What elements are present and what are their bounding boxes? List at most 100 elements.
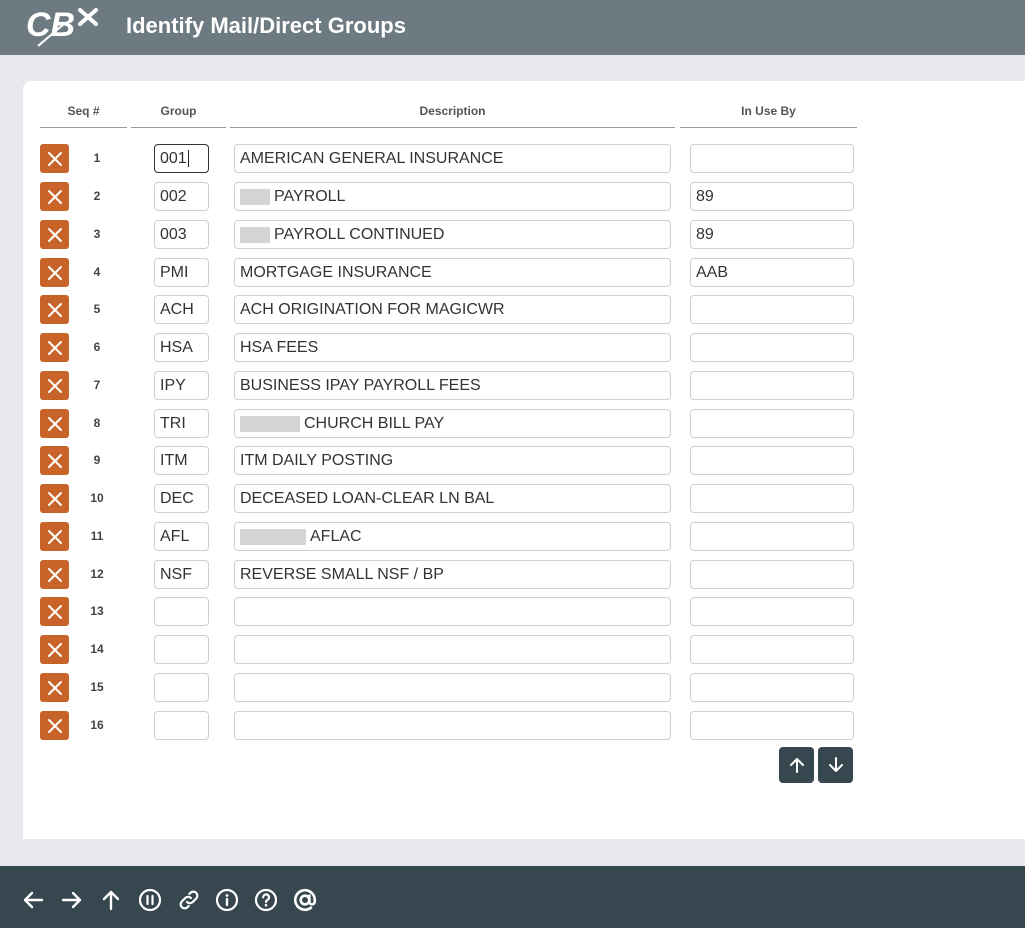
group-code-value: NSF [160,565,192,583]
in-use-by-input[interactable] [690,673,854,702]
description-value: BUSINESS IPAY PAYROLL FEES [240,376,481,394]
delete-row-button[interactable] [40,522,69,551]
in-use-by-input[interactable]: AAB [690,258,854,287]
email-button[interactable] [292,887,318,913]
group-code-input[interactable]: 003 [154,220,209,249]
delete-row-button[interactable] [40,711,69,740]
in-use-by-input[interactable] [690,560,854,589]
in-use-by-input[interactable] [690,295,854,324]
in-use-by-input[interactable] [690,484,854,513]
link-icon [179,890,199,910]
seq-number: 6 [93,340,101,354]
group-code-value: 002 [160,187,187,205]
close-icon [47,604,62,619]
group-code-input[interactable] [154,597,209,626]
arrow-left-icon [23,891,44,909]
header-description: Description [230,104,675,128]
delete-row-button[interactable] [40,182,69,211]
page-down-button[interactable] [818,747,853,783]
seq-number: 3 [93,227,101,241]
table-row: 14 [0,635,900,665]
help-button[interactable] [253,887,279,913]
delete-row-button[interactable] [40,333,69,362]
description-input[interactable]: PAYROLL [234,182,671,211]
up-button[interactable] [98,887,124,913]
group-code-value: ACH [160,300,194,318]
group-code-input[interactable] [154,673,209,702]
close-icon [47,718,62,733]
link-button[interactable] [176,887,202,913]
in-use-by-input[interactable] [690,635,854,664]
description-input[interactable]: HSA FEES [234,333,671,362]
in-use-by-value: AAB [696,263,729,281]
description-input[interactable]: ACH ORIGINATION FOR MAGICWR [234,295,671,324]
group-code-input[interactable]: TRI [154,409,209,438]
description-input[interactable]: REVERSE SMALL NSF / BP [234,560,671,589]
group-code-input[interactable]: NSF [154,560,209,589]
description-input[interactable]: ITM DAILY POSTING [234,446,671,475]
delete-row-button[interactable] [40,673,69,702]
delete-row-button[interactable] [40,220,69,249]
description-input[interactable]: DECEASED LOAN-CLEAR LN BAL [234,484,671,513]
group-code-input[interactable]: ACH [154,295,209,324]
delete-row-button[interactable] [40,446,69,475]
forward-button[interactable] [59,887,85,913]
description-value: HSA FEES [240,338,319,356]
delete-row-button[interactable] [40,560,69,589]
group-code-input[interactable] [154,635,209,664]
description-input[interactable] [234,711,671,740]
description-value: CHURCH BILL PAY [304,414,445,432]
delete-row-button[interactable] [40,484,69,513]
description-input[interactable]: PAYROLL CONTINUED [234,220,671,249]
description-input[interactable] [234,673,671,702]
table-row: 4 PMI MORTGAGE INSURANCE AAB [0,258,900,288]
group-code-input[interactable]: DEC [154,484,209,513]
page-up-button[interactable] [779,747,814,783]
delete-row-button[interactable] [40,144,69,173]
description-input[interactable]: AMERICAN GENERAL INSURANCE [234,144,671,173]
in-use-by-input[interactable] [690,371,854,400]
in-use-by-input[interactable] [690,144,854,173]
group-code-input[interactable]: HSA [154,333,209,362]
description-input[interactable]: CHURCH BILL PAY [234,409,671,438]
group-code-input[interactable]: 002 [154,182,209,211]
group-code-value: IPY [160,376,186,394]
description-input[interactable]: MORTGAGE INSURANCE [234,258,671,287]
in-use-by-input[interactable]: 89 [690,220,854,249]
seq-number: 8 [93,416,101,430]
group-code-input[interactable]: AFL [154,522,209,551]
close-icon [47,227,62,242]
in-use-by-value: 89 [696,225,714,243]
group-code-input[interactable]: ITM [154,446,209,475]
close-icon [47,340,62,355]
back-button[interactable] [20,887,46,913]
footer-toolbar [0,866,1025,928]
description-input[interactable]: AFLAC [234,522,671,551]
description-input[interactable]: BUSINESS IPAY PAYROLL FEES [234,371,671,400]
redacted-block [240,415,300,432]
in-use-by-input[interactable] [690,446,854,475]
seq-number: 15 [90,680,104,694]
in-use-by-input[interactable]: 89 [690,182,854,211]
redacted-block [240,188,270,205]
description-input[interactable] [234,597,671,626]
delete-row-button[interactable] [40,371,69,400]
in-use-by-input[interactable] [690,409,854,438]
delete-row-button[interactable] [40,295,69,324]
in-use-by-input[interactable] [690,333,854,362]
arrow-down-icon [828,757,843,772]
delete-row-button[interactable] [40,635,69,664]
info-button[interactable] [214,887,240,913]
group-code-input[interactable]: 001 [154,144,209,173]
group-code-input[interactable] [154,711,209,740]
group-code-input[interactable]: PMI [154,258,209,287]
in-use-by-input[interactable] [690,597,854,626]
delete-row-button[interactable] [40,597,69,626]
delete-row-button[interactable] [40,409,69,438]
description-input[interactable] [234,635,671,664]
group-code-input[interactable]: IPY [154,371,209,400]
in-use-by-input[interactable] [690,711,854,740]
pause-button[interactable] [137,887,163,913]
delete-row-button[interactable] [40,258,69,287]
in-use-by-input[interactable] [690,522,854,551]
